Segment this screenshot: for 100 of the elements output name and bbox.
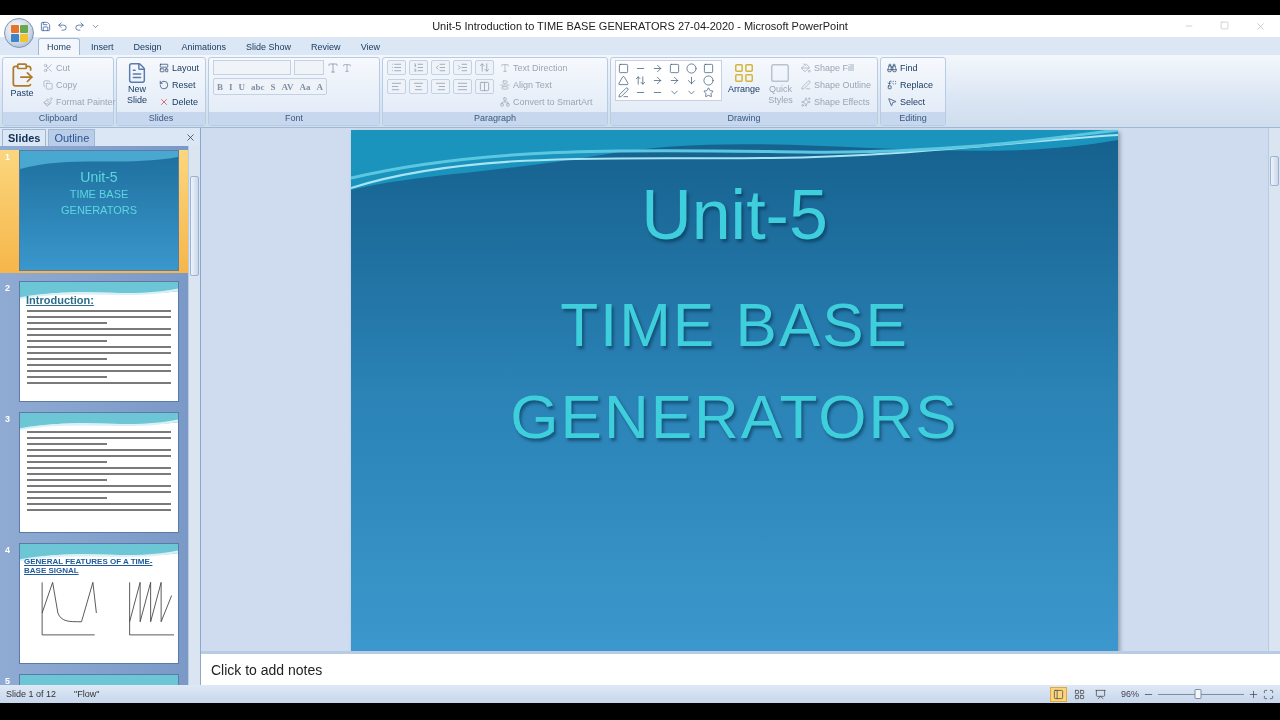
line-spacing-icon: [479, 62, 490, 73]
align-right-button[interactable]: [431, 79, 450, 94]
line-spacing-button[interactable]: [475, 60, 494, 75]
restore-button[interactable]: [1220, 20, 1229, 32]
center-button[interactable]: [409, 79, 428, 94]
group-label: Clipboard: [3, 112, 113, 125]
thumbnail-title: GENERATORS: [61, 203, 137, 219]
grow-font-icon: [327, 61, 339, 74]
binoculars-icon: [887, 62, 897, 73]
ribbon-button[interactable]: Find: [885, 60, 936, 75]
indent-icon: [457, 62, 468, 73]
new-slide-button[interactable]: New Slide: [121, 60, 153, 108]
format-button[interactable]: I: [226, 79, 236, 94]
close-icon: [1255, 20, 1266, 32]
undo-button[interactable]: [57, 20, 68, 32]
ribbon-button[interactable]: Replace: [885, 77, 936, 92]
shape-icon: [703, 63, 714, 74]
slide-number: 2: [4, 282, 11, 293]
pane-tab[interactable]: Slides: [2, 129, 47, 146]
ribbon-tab[interactable]: View: [351, 38, 389, 55]
format-button[interactable]: A: [313, 79, 326, 94]
format-button[interactable]: Aa: [296, 79, 314, 94]
redo-button[interactable]: [74, 20, 85, 32]
slide-number: 4: [4, 544, 11, 555]
align-left-button[interactable]: [387, 79, 406, 94]
text-direction-icon: [500, 62, 510, 73]
slide-sorter-icon: [1074, 688, 1085, 700]
pointer-icon: [887, 96, 897, 107]
numbered-list-icon: [413, 62, 424, 73]
shape-icon: [618, 75, 629, 86]
close-icon: [185, 131, 196, 143]
view-button[interactable]: [1050, 686, 1067, 702]
pane-tab[interactable]: Outline: [48, 129, 96, 146]
copy-icon: [43, 79, 53, 90]
ribbon-button[interactable]: Layout: [156, 60, 201, 75]
slide-number: 1: [4, 151, 11, 162]
undo-icon: [57, 20, 68, 32]
font-name-field[interactable]: [213, 60, 291, 75]
scrollbar[interactable]: [1268, 128, 1280, 651]
ribbon-button[interactable]: Delete: [156, 94, 201, 109]
ribbon-tab[interactable]: Home: [38, 38, 80, 55]
format-button[interactable]: U: [235, 79, 249, 94]
fit-icon: [1263, 688, 1274, 700]
bullet-list-icon: [391, 62, 402, 73]
ribbon-button[interactable]: Reset: [156, 77, 201, 92]
ribbon-tab[interactable]: Insert: [82, 38, 123, 55]
group-label: Slides: [117, 112, 205, 125]
slide-thumbnail[interactable]: [19, 412, 179, 533]
slide-subtitle: TIME BASE: [560, 294, 909, 356]
zoom-level[interactable]: 96%: [1121, 689, 1139, 699]
format-button[interactable]: S: [267, 79, 279, 94]
shape-icon: [618, 87, 629, 98]
ribbon-tab[interactable]: Slide Show: [237, 38, 301, 55]
increase-indent-button[interactable]: [453, 60, 472, 75]
ribbon-tab[interactable]: Review: [302, 38, 350, 55]
slide-thumbnail[interactable]: Introduction:: [19, 281, 179, 402]
decrease-indent-button[interactable]: [431, 60, 450, 75]
save-button[interactable]: [40, 20, 51, 32]
bullets-button[interactable]: [387, 60, 406, 75]
group-label: Drawing: [611, 112, 877, 125]
format-button[interactable]: B: [214, 79, 226, 94]
group-label: Paragraph: [383, 112, 607, 125]
justify-button[interactable]: [453, 79, 472, 94]
thumbnail-row[interactable]: 4 GENERAL FEATURES OF A TIME-BASE SIGNAL: [0, 543, 188, 666]
columns-button[interactable]: [475, 79, 494, 94]
format-button[interactable]: AV: [278, 79, 297, 94]
shapes-gallery[interactable]: [615, 60, 722, 101]
slide-thumbnail[interactable]: GENERAL FEATURES OF A TIME-BASE SIGNAL: [19, 543, 179, 664]
paint-bucket-icon: [800, 62, 811, 73]
notes-field[interactable]: Click to add notes: [201, 651, 1280, 685]
font-size-field[interactable]: [294, 60, 324, 75]
ribbon-tab[interactable]: Animations: [172, 38, 236, 55]
close-button[interactable]: [185, 131, 196, 143]
theme-name: "Flow": [74, 689, 100, 699]
zoom-in-button[interactable]: [1248, 688, 1259, 700]
thumbnail-heading: GENERAL FEATURES OF A TIME-BASE SIGNAL: [24, 558, 154, 576]
numbering-button[interactable]: [409, 60, 428, 75]
slide-title: Unit-5: [641, 180, 828, 250]
slide-show-icon: [1095, 688, 1106, 700]
arrange-button[interactable]: Arrange: [726, 60, 763, 97]
fit-button[interactable]: [1263, 688, 1274, 700]
reset-icon: [158, 79, 169, 90]
scissors-icon: [43, 62, 53, 73]
align-text-icon: [500, 79, 510, 90]
align-left-icon: [391, 81, 402, 92]
delete-icon: [158, 96, 169, 107]
shape-icon: [652, 63, 663, 74]
shape-icon: [703, 87, 714, 98]
office-button[interactable]: [4, 18, 34, 48]
paste-button[interactable]: Paste: [7, 60, 37, 101]
group-label: Font: [209, 112, 379, 125]
ribbon-tab[interactable]: Design: [124, 38, 171, 55]
thumbnail-row[interactable]: 2 Introduction:: [0, 281, 188, 404]
style-icon: [769, 62, 792, 84]
shape-icon: [686, 75, 697, 86]
slide-counter: Slide 1 of 12: [6, 689, 57, 699]
window-title: Unit-5 Introduction to TIME BASE GENERATORS 27-04-2020 - Microsoft PowerPoint: [432, 20, 848, 32]
slider-thumb[interactable]: [1194, 688, 1202, 699]
format-button[interactable]: abc: [248, 79, 268, 94]
ribbon-button[interactable]: Select: [885, 94, 936, 109]
